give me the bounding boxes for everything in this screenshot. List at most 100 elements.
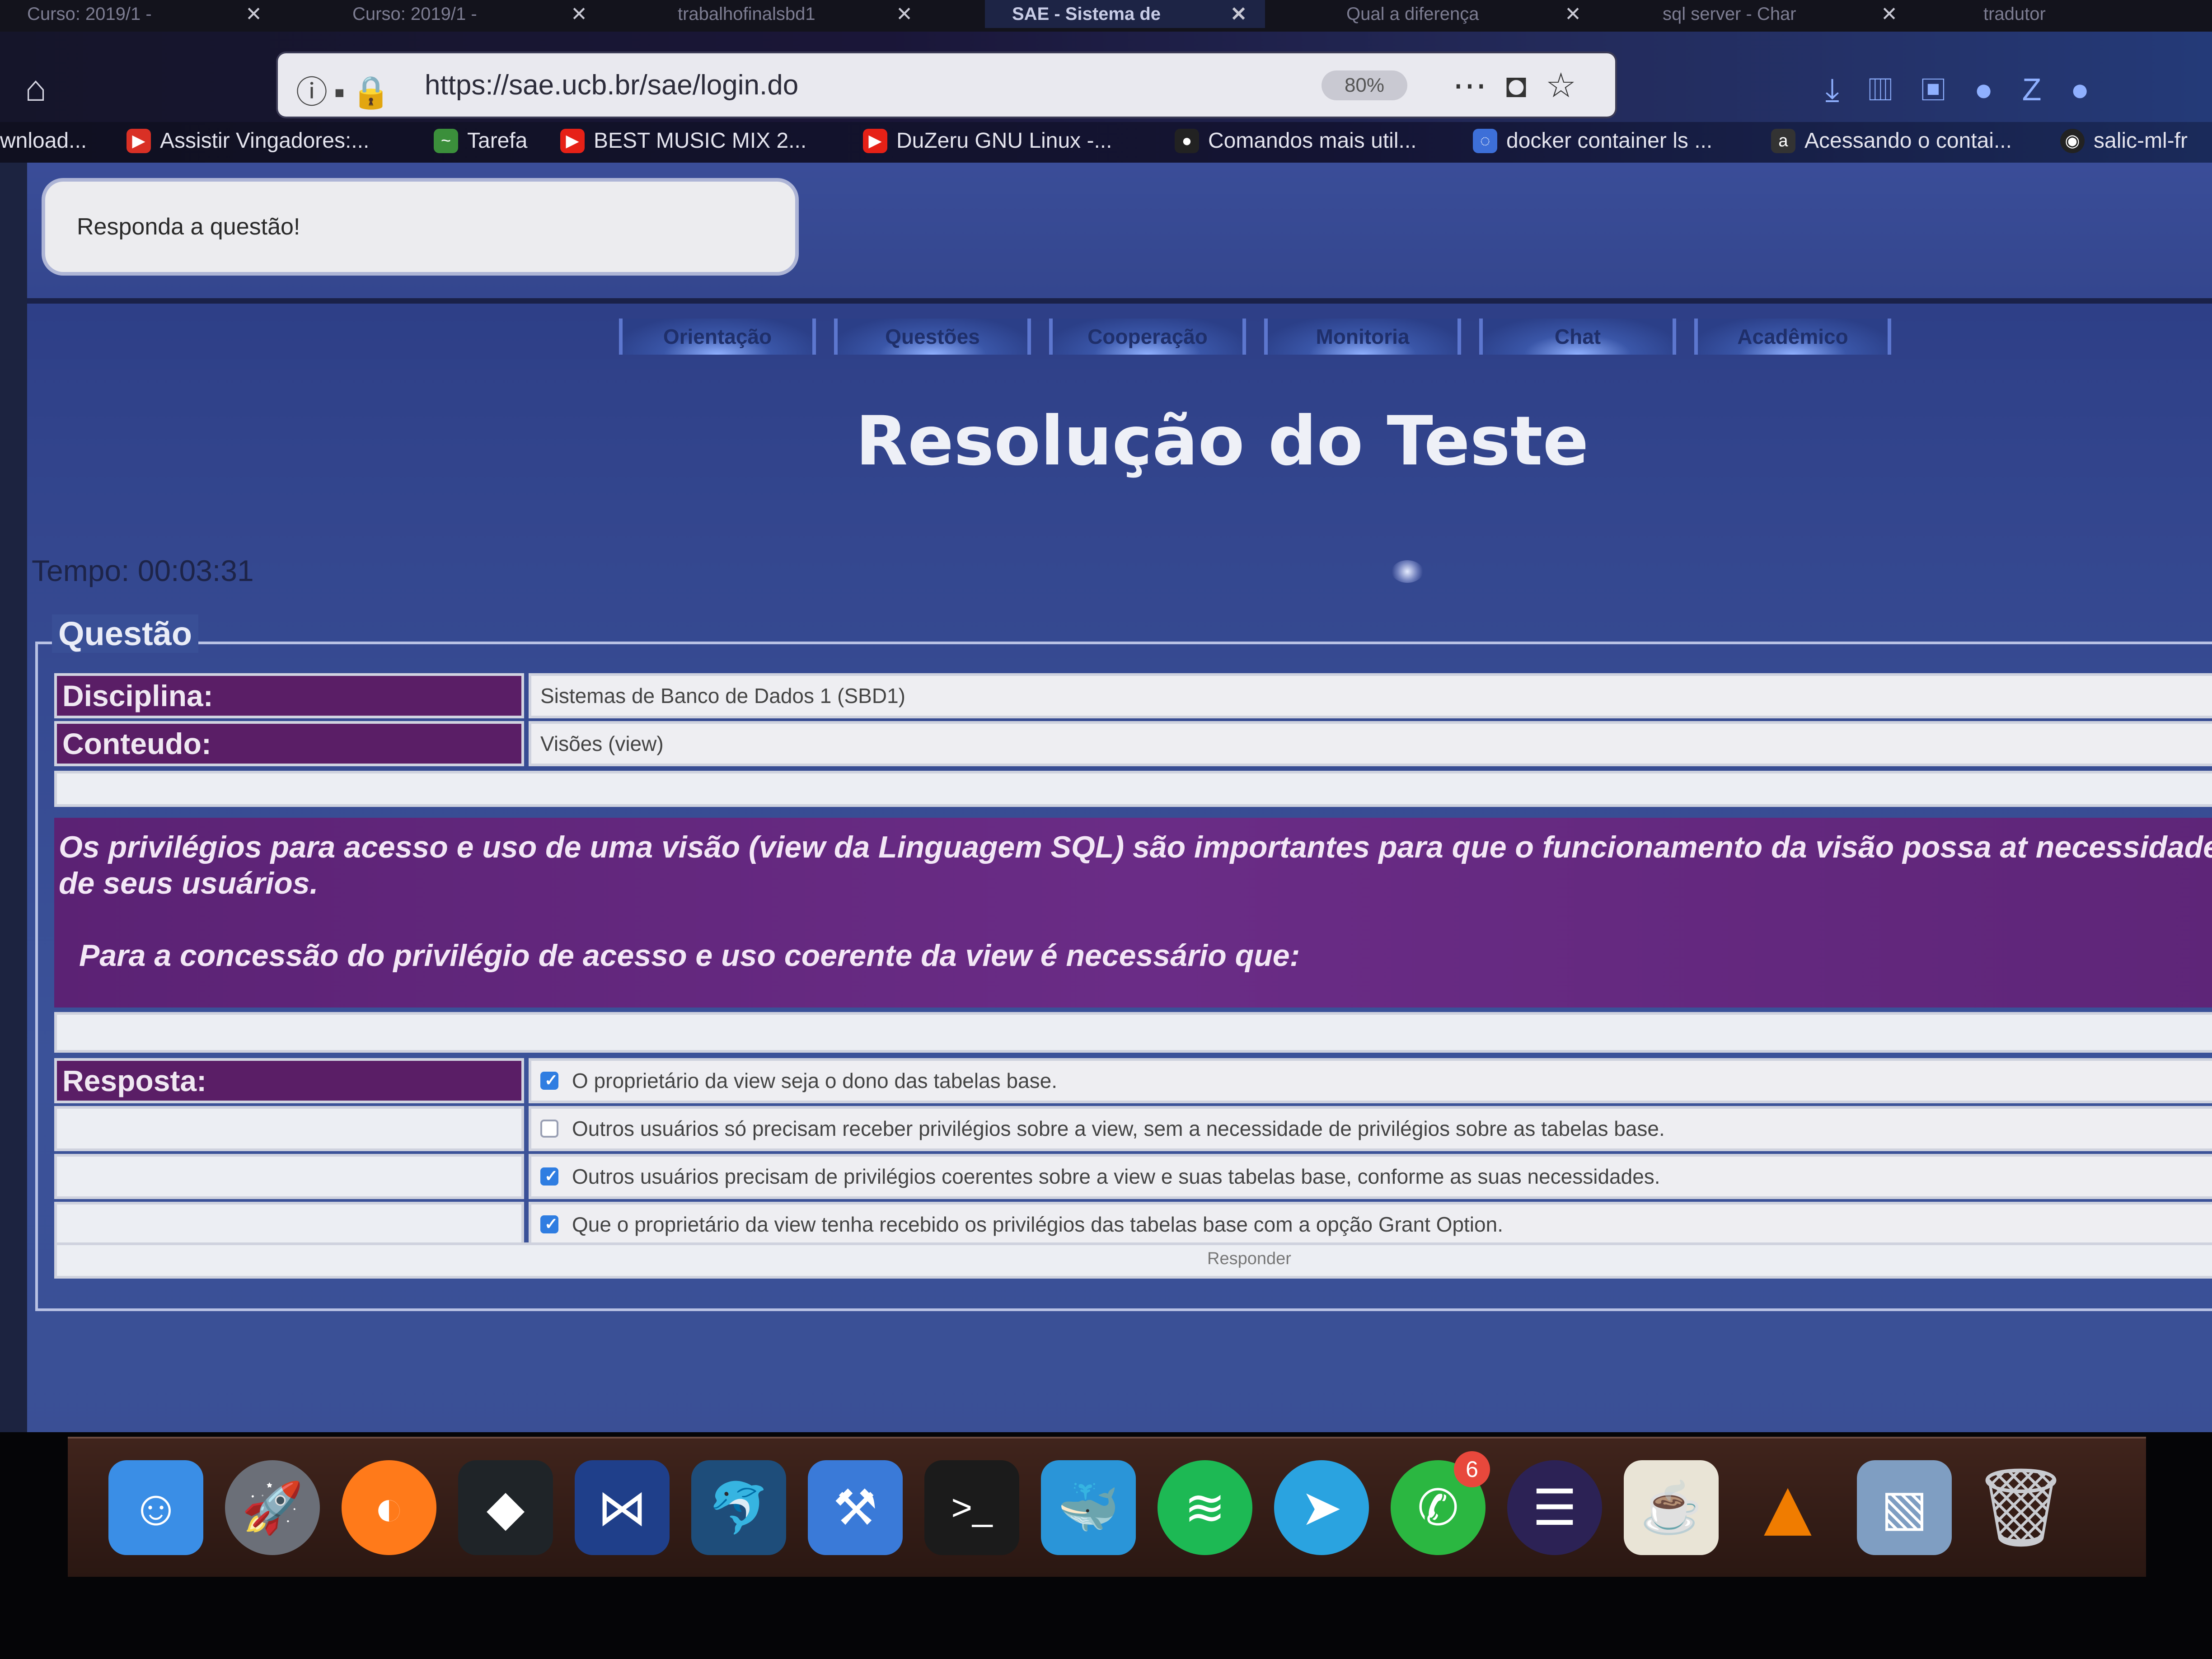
close-icon[interactable]: ✕ <box>245 3 262 26</box>
bookmark-label: wnload... <box>0 129 87 153</box>
bookmark-label: Comandos mais util... <box>1208 129 1417 153</box>
nav-chat[interactable]: Chat <box>1479 319 1676 355</box>
main-nav: Orientação Questões Cooperação Monitoria… <box>619 319 1909 359</box>
discipline-label: Disciplina: <box>54 673 524 718</box>
bookmark-item[interactable]: ~ Tarefa <box>434 128 527 153</box>
content-row: Conteudo: Visões (view) <box>54 721 2212 766</box>
browser-toolbar: ⌂ ⓘ▪🔒 https://sae.ucb.br/sae/login.do 80… <box>0 32 2212 127</box>
terminal-icon[interactable]: >_ <box>924 1460 1019 1555</box>
youtube-icon: ▶ <box>863 128 887 153</box>
browser-tab[interactable]: Qual a diferença ✕ <box>1319 0 1599 28</box>
close-icon[interactable]: ✕ <box>1565 3 1581 26</box>
close-icon[interactable]: ✕ <box>1881 3 1898 26</box>
nav-monitoria[interactable]: Monitoria <box>1264 319 1461 355</box>
answer-row: Outros usuários precisam de privilégios … <box>54 1154 2212 1199</box>
answer-option[interactable]: O proprietário da view seja o dono das t… <box>529 1058 2212 1103</box>
home-icon[interactable]: ⌂ <box>25 68 47 109</box>
nav-cooperacao[interactable]: Cooperação <box>1049 319 1246 355</box>
vscode-icon[interactable]: ⋈ <box>575 1460 670 1555</box>
bookmark-favicon-icon: ▶ <box>127 128 151 153</box>
bookmark-item[interactable]: ▶ BEST MUSIC MIX 2... <box>560 128 806 153</box>
question-prompt: Para a concessão do privilégio de acesso… <box>79 938 1300 973</box>
bookmark-label: Tarefa <box>467 129 528 153</box>
bookmark-favicon-icon: ~ <box>434 128 458 153</box>
answer-option[interactable]: Que o proprietário da view tenha recebid… <box>529 1202 2212 1247</box>
bookmark-item[interactable]: wnload... <box>0 128 87 153</box>
java-icon[interactable]: ☕ <box>1624 1460 1719 1555</box>
responder-button[interactable]: Responder <box>1204 1249 1294 1269</box>
answer-option[interactable]: Outros usuários só precisam receber priv… <box>529 1106 2212 1151</box>
launchpad-icon[interactable]: 🚀 <box>225 1460 320 1555</box>
option-text: Que o proprietário da view tenha recebid… <box>572 1213 1503 1236</box>
blank-cell <box>54 1202 524 1247</box>
site-info-icon[interactable]: ⓘ▪🔒 <box>296 67 397 112</box>
page-actions-icon[interactable]: ⋯◘☆ <box>1453 65 1595 105</box>
close-icon[interactable]: ✕ <box>896 3 913 26</box>
bookmark-item[interactable]: ▶ DuZeru GNU Linux -... <box>863 128 1112 153</box>
discipline-value: Sistemas de Banco de Dados 1 (SBD1) <box>529 673 2212 718</box>
option-text: Outros usuários só precisam receber priv… <box>572 1117 1665 1140</box>
nav-orientacao[interactable]: Orientação <box>619 319 816 355</box>
checkbox-unchecked[interactable] <box>540 1120 558 1138</box>
bookmark-label: salic-ml-fr <box>2094 129 2188 153</box>
whatsapp-icon[interactable]: ✆ 6 <box>1391 1451 1490 1555</box>
vlc-icon[interactable]: ▲ <box>1740 1460 1835 1555</box>
nav-academico[interactable]: Acadêmico <box>1694 319 1891 355</box>
browser-tab[interactable]: trabalhofinalsbd1 ✕ <box>651 0 931 28</box>
tab-label: sql server - Char <box>1663 4 1796 24</box>
browser-tab[interactable]: tradutor <box>1956 0 2212 28</box>
github-icon: ◉ <box>2060 128 2085 153</box>
telegram-icon[interactable]: ➤ <box>1274 1460 1369 1555</box>
bookmark-label: Acessando o contai... <box>1804 129 2012 153</box>
bookmark-item[interactable]: a Acessando o contai... <box>1771 128 2012 153</box>
bookmark-item[interactable]: ▶ Assistir Vingadores:... <box>127 128 369 153</box>
tab-label: Curso: 2019/1 - <box>352 4 477 24</box>
bookmark-item[interactable]: ◉ salic-ml-fr <box>2060 128 2188 153</box>
submit-row: Responder <box>54 1242 2212 1279</box>
nav-questoes[interactable]: Questões <box>834 319 1031 355</box>
spacer-row <box>54 1012 2212 1053</box>
message-text: Responda a questão! <box>77 214 300 240</box>
firefox-icon[interactable]: ◐ <box>342 1460 436 1555</box>
url-text[interactable]: https://sae.ucb.br/sae/login.do <box>425 69 798 101</box>
close-icon[interactable]: ✕ <box>571 3 587 26</box>
browser-tab-bar: Curso: 2019/1 - ✕ Curso: 2019/1 - ✕ trab… <box>0 0 2212 32</box>
answer-option[interactable]: Outros usuários precisam de privilégios … <box>529 1154 2212 1199</box>
finder-icon[interactable]: ☺ <box>108 1460 203 1555</box>
toolbar-extension-icons[interactable]: ⤓▥▣●Z● <box>1825 71 2118 108</box>
bookmark-item[interactable]: ● Comandos mais util... <box>1175 128 1417 153</box>
tab-label: trabalhofinalsbd1 <box>678 4 815 24</box>
browser-tab[interactable]: Curso: 2019/1 - ✕ <box>325 0 605 28</box>
address-bar[interactable]: ⓘ▪🔒 https://sae.ucb.br/sae/login.do 80% … <box>278 53 1615 117</box>
option-text: O proprietário da view seja o dono das t… <box>572 1069 1057 1092</box>
docker-icon[interactable]: 🐳 <box>1041 1460 1136 1555</box>
sae-page: Responda a questão! Orientação Questões … <box>27 163 2212 1572</box>
eclipse-icon[interactable]: ☰ <box>1507 1460 1602 1555</box>
preview-icon[interactable]: ▧ <box>1857 1460 1952 1555</box>
browser-tab[interactable]: sql server - Char ✕ <box>1636 0 1916 28</box>
trash-icon[interactable]: 🗑 <box>1972 1460 2070 1555</box>
close-icon[interactable]: ✕ <box>1230 3 1247 26</box>
tab-label: Qual a diferença <box>1346 4 1479 24</box>
bookmark-item[interactable]: ◌ docker container ls ... <box>1473 128 1712 153</box>
browser-tab-active[interactable]: SAE - Sistema de ✕ <box>985 0 1265 28</box>
xcode-icon[interactable]: ⚒ <box>808 1460 903 1555</box>
checkbox-checked[interactable] <box>540 1214 558 1233</box>
timer: Tempo: 00:03:31 <box>32 554 254 587</box>
spotify-icon[interactable]: ≋ <box>1158 1460 1252 1555</box>
zoom-badge[interactable]: 80% <box>1322 70 1407 100</box>
question-statement: Os privilégios para acesso e uso de uma … <box>59 830 2212 900</box>
macos-dock: ☺ 🚀 ◐ ◆ ⋈ 🐬 ⚒ >_ 🐳 ≋ ➤ ✆ 6 ☰ ☕ ▲ ▧ 🗑 <box>68 1437 2146 1577</box>
left-edge <box>0 163 27 1450</box>
mysql-workbench-icon[interactable]: 🐬 <box>691 1460 786 1555</box>
filmora-icon[interactable]: ◆ <box>458 1460 553 1555</box>
checkbox-checked[interactable] <box>540 1167 558 1186</box>
answer-row: Resposta: O proprietário da view seja o … <box>54 1058 2212 1103</box>
fieldset-legend: Questão <box>52 614 199 653</box>
bookmark-favicon-icon: ◌ <box>1473 128 1497 153</box>
browser-tab[interactable]: Curso: 2019/1 - ✕ <box>0 0 280 28</box>
content-value: Visões (view) <box>529 721 2212 766</box>
screen-glare <box>1392 560 1423 583</box>
answer-label: Resposta: <box>54 1058 524 1103</box>
checkbox-checked[interactable] <box>540 1071 558 1090</box>
